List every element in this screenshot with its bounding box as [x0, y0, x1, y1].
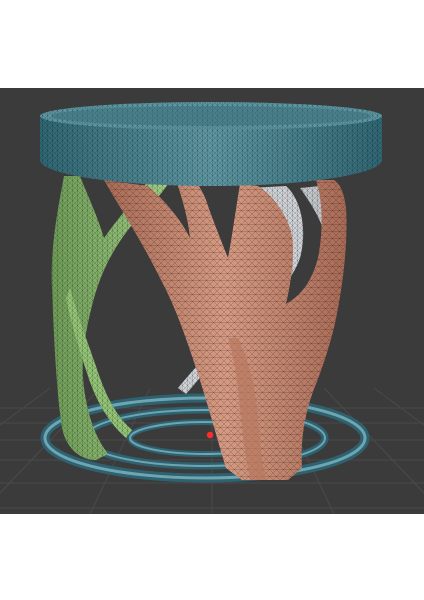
3d-viewport[interactable]	[0, 88, 424, 514]
brown-branch-structure[interactable]	[104, 180, 347, 480]
viewport-canvas[interactable]	[0, 88, 424, 514]
selection-marker-point[interactable]	[206, 431, 214, 439]
top-ring[interactable]	[40, 102, 382, 186]
